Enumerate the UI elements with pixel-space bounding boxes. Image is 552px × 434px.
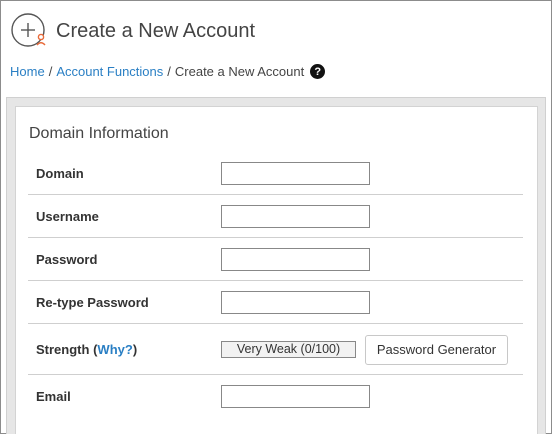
username-label: Username [36, 209, 99, 224]
question-circle-icon[interactable]: ? [310, 64, 326, 79]
password-strength-meter: Very Weak (0/100) [221, 341, 356, 358]
breadcrumb: Home / Account Functions / Create a New … [10, 64, 326, 79]
strength-label-text: Strength [36, 342, 90, 357]
breadcrumb-home-link[interactable]: Home [10, 64, 45, 79]
email-input[interactable] [221, 384, 370, 408]
email-label: Email [36, 388, 71, 404]
domain-row: Domain [28, 153, 523, 195]
breadcrumb-separator: / [48, 64, 53, 79]
why-link[interactable]: Why? [97, 342, 132, 357]
section-title: Domain Information [29, 125, 169, 142]
password-input[interactable] [221, 248, 370, 271]
strength-close-paren: ) [132, 342, 138, 357]
breadcrumb-account-functions-link[interactable]: Account Functions [56, 64, 163, 79]
strength-row: Strength (Why?) Very Weak (0/100) Passwo… [28, 325, 523, 375]
page-title: Create a New Account [56, 19, 255, 42]
email-row: Email [28, 375, 523, 417]
strength-label: Strength (Why?) [36, 342, 137, 357]
retype-password-input[interactable] [221, 291, 370, 314]
page-header: Create a New Account [10, 12, 255, 50]
domain-information-panel: Domain Information Domain Username Passw… [15, 106, 538, 434]
breadcrumb-current: Create a New Account [174, 64, 305, 79]
domain-input[interactable] [221, 162, 370, 185]
retype-password-label: Re-type Password [36, 295, 149, 310]
domain-label: Domain [36, 166, 84, 181]
password-row: Password [28, 239, 523, 281]
username-row: Username [28, 196, 523, 238]
password-generator-button[interactable]: Password Generator [365, 334, 508, 365]
breadcrumb-separator: / [167, 64, 171, 79]
username-input[interactable] [221, 205, 370, 228]
retype-password-row: Re-type Password [28, 282, 523, 324]
password-label: Password [36, 252, 98, 267]
add-account-icon [10, 12, 48, 50]
